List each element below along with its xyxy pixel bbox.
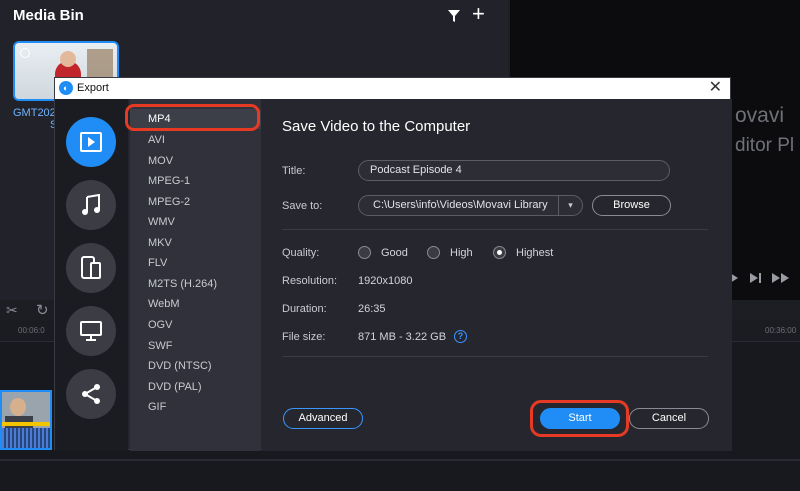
resolution-value: 1920x1080 <box>358 275 413 287</box>
start-button[interactable]: Start <box>540 408 620 429</box>
dialog-titlebar: ◐ Export ✕ <box>55 78 730 99</box>
category-devices-button[interactable] <box>66 243 116 293</box>
save-to-select[interactable]: C:\Users\info\Videos\Movavi Library <box>358 195 583 216</box>
clock-icon <box>20 48 30 58</box>
category-audio-button[interactable] <box>66 180 116 230</box>
duration-label: Duration: <box>282 303 327 315</box>
quality-high-radio[interactable] <box>427 246 440 259</box>
ruler-time-right: 00:36:00 <box>765 326 797 335</box>
clip-waveform <box>2 428 50 448</box>
format-item-webm[interactable]: WebM <box>130 294 261 314</box>
movavi-logo-icon: ◐ <box>59 81 73 95</box>
section-divider <box>282 229 708 230</box>
play-icon <box>80 132 102 152</box>
player-controls[interactable] <box>730 272 792 287</box>
category-tv-button[interactable] <box>66 306 116 356</box>
quality-high-label[interactable]: High <box>450 247 473 259</box>
export-category-rail <box>55 99 128 451</box>
file-size-label: File size: <box>282 331 326 343</box>
format-item-mov[interactable]: MOV <box>130 151 261 171</box>
format-list: MP4 AVI MOV MPEG-1 MPEG-2 WMV MKV FLV M2… <box>130 99 261 451</box>
format-item-m2ts[interactable]: M2TS (H.264) <box>130 274 261 294</box>
title-input[interactable]: Podcast Episode 4 <box>358 160 670 181</box>
thumbnail-head <box>60 51 76 67</box>
help-icon[interactable]: ? <box>454 330 467 343</box>
format-item-mkv[interactable]: MKV <box>130 233 261 253</box>
chevron-down-icon[interactable]: ▾ <box>558 195 582 216</box>
format-item-dvd-pal[interactable]: DVD (PAL) <box>130 377 261 397</box>
clip-head <box>10 398 26 416</box>
quality-highest-radio[interactable] <box>493 246 506 259</box>
next-frame-icon <box>750 273 761 283</box>
format-item-wmv[interactable]: WMV <box>130 212 261 232</box>
format-item-avi[interactable]: AVI <box>130 130 261 150</box>
format-item-mpeg1[interactable]: MPEG-1 <box>130 171 261 191</box>
quality-highest-label[interactable]: Highest <box>516 247 553 259</box>
redo-icon[interactable]: ↻ <box>36 301 49 319</box>
mp4-highlight-annotation <box>125 104 260 131</box>
ruler-time-left: 00:06:0 <box>18 326 45 335</box>
category-share-button[interactable] <box>66 369 116 419</box>
brand-text-line2: ditor Pl <box>735 135 795 156</box>
cancel-button[interactable]: Cancel <box>629 408 709 429</box>
file-size-value: 871 MB - 3.22 GB <box>358 331 447 343</box>
dialog-title: Export <box>77 82 109 94</box>
quality-label: Quality: <box>282 247 320 259</box>
format-item-ogv[interactable]: OGV <box>130 315 261 335</box>
track-divider <box>0 459 800 461</box>
brand-text-line1: ovavi <box>735 104 785 127</box>
share-icon <box>82 384 100 404</box>
timeline-clip[interactable] <box>0 390 52 450</box>
format-item-mpeg2[interactable]: MPEG-2 <box>130 192 261 212</box>
fast-forward-icon <box>772 273 789 283</box>
title-label: Title: <box>282 165 306 177</box>
music-note-icon <box>82 194 100 215</box>
panel-title: Save Video to the Computer <box>282 118 471 135</box>
devices-icon <box>81 256 101 279</box>
resolution-label: Resolution: <box>282 275 338 287</box>
monitor-icon <box>80 321 102 341</box>
browse-button[interactable]: Browse <box>592 195 671 216</box>
category-video-button[interactable] <box>66 117 116 167</box>
save-to-label: Save to: <box>282 200 323 212</box>
plus-icon[interactable]: + <box>472 3 485 25</box>
advanced-button[interactable]: Advanced <box>283 408 363 429</box>
media-bin-title: Media Bin <box>13 7 84 24</box>
clip-audio-bar <box>2 422 50 426</box>
filter-icon[interactable] <box>447 9 461 28</box>
format-item-dvd-ntsc[interactable]: DVD (NTSC) <box>130 356 261 376</box>
scissors-icon[interactable]: ✂ <box>6 302 18 319</box>
quality-good-label[interactable]: Good <box>381 247 408 259</box>
format-item-flv[interactable]: FLV <box>130 253 261 273</box>
format-item-gif[interactable]: GIF <box>130 397 261 417</box>
duration-value: 26:35 <box>358 303 386 315</box>
section-divider <box>282 356 708 357</box>
format-item-swf[interactable]: SWF <box>130 336 261 356</box>
close-icon[interactable]: ✕ <box>709 79 722 97</box>
quality-good-radio[interactable] <box>358 246 371 259</box>
